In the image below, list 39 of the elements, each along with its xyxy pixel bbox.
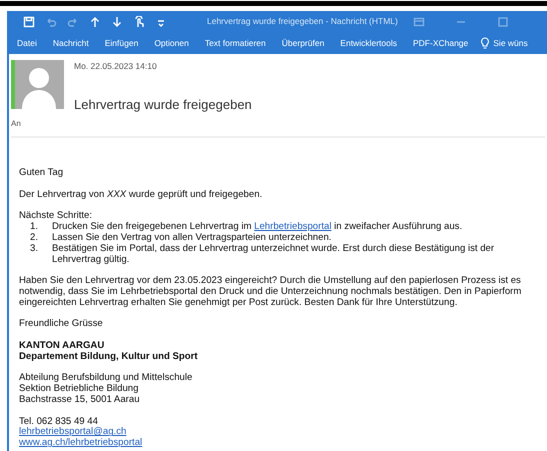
signature-heading: KANTON AARGAU (19, 341, 106, 352)
recipient-label: An (10, 118, 22, 130)
list-heading: Nächste Schritte: (19, 211, 94, 222)
body-text: Haben Sie den Lehrvertrag vor dem 23.05.2023 eingereicht? Durch die Umstellung auf den papierlosen Prozess ist es notwendig, dass Sie im Lehrbetriebsportal den Druck und die Unterzeichnung nochmals bestätigen. Den in Papierform eingereichten Lehrvertrag erhalten Sie genehmigt per Post zurück. Besten Dank für Ihre Unterstützung. (19, 276, 522, 309)
ribbon-tab[interactable]: Text formatieren (200, 34, 270, 52)
contact-link[interactable]: www.ag.ch/lehrbetriebsportal (19, 437, 142, 448)
phone-text: Tel. 062 835 49 44 (19, 416, 99, 427)
contact-link[interactable]: lehrbetriebsportal@ag.ch (19, 426, 126, 438)
portal-link[interactable]: Lehrbetriebsportal (254, 221, 332, 232)
ribbon-tab[interactable]: Datei (13, 34, 41, 52)
window-title: Lehrvertrag wurde freigegeben - Nachricht (HTML) (207, 15, 398, 28)
ribbon-tab[interactable]: Entwicklertools (336, 34, 401, 52)
body-text: Der Lehrvertrag von XXX wurde geprüft und freigegeben. (19, 190, 264, 201)
down-arrow-icon[interactable] (111, 16, 123, 28)
body-text: Freundliche Grüsse (19, 319, 104, 330)
ribbon-tab[interactable]: Überprüfen (278, 34, 328, 52)
list-item-text: Bestätigen Sie im Portal, dass der Lehrvertrag unterzeichnet wurde. Erst durch diese Bestätigung ist der Lehrvertrag gültig. (52, 244, 496, 266)
body-text: Guten Tag (19, 168, 64, 180)
list-number: 2. (28, 233, 39, 244)
body-text: Abteilung Berufsbildung und Mittelschule (19, 373, 194, 384)
list-item-text: Lassen Sie den Vertrag von allen Vertragsparteien unterzeichnen. (52, 233, 332, 244)
body-text: Sektion Betriebliche Bildung (19, 384, 140, 395)
list-number: 1. (28, 222, 39, 233)
ribbon-tab[interactable]: PDF-XChange (408, 34, 472, 52)
touch-mode-icon[interactable] (133, 16, 145, 28)
list-item-text: Drucken Sie den freigegebenen Lehrvertrag im Lehrbetriebsportal in zweifacher Ausführung aus. (52, 222, 464, 233)
ribbon-tab[interactable]: Optionen (150, 34, 193, 52)
message-date: Mo. 22.05.2023 14:10 (74, 60, 158, 73)
avatar-icon (15, 60, 64, 109)
body-text: Bachstrasse 15, 5001 Aarau (19, 394, 141, 406)
lightbulb-icon (480, 37, 490, 49)
ribbon-tab[interactable]: Einfügen (100, 34, 142, 52)
up-arrow-icon[interactable] (89, 16, 101, 28)
tell-me-button[interactable]: Sie wüns (480, 36, 528, 50)
signature-heading: Departement Bildung, Kultur und Sport (19, 352, 199, 363)
message-subject: Lehrvertrag wurde freigegeben (74, 96, 252, 114)
list-number: 3. (28, 244, 39, 256)
ribbon-tab[interactable]: Nachricht (48, 34, 93, 52)
save-icon[interactable] (23, 16, 35, 28)
